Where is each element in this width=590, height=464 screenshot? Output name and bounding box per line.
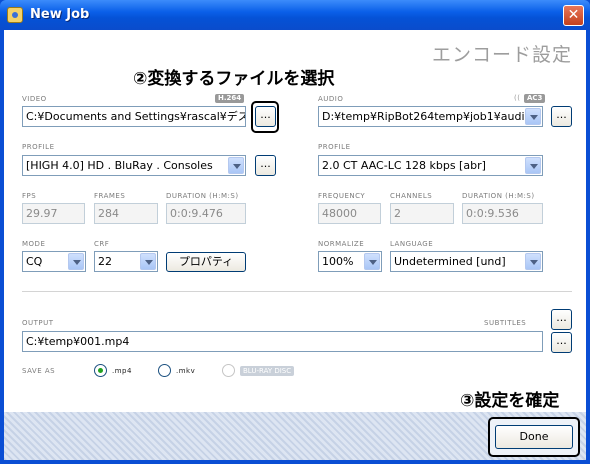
- normalize-value: 100%: [322, 255, 354, 268]
- chevron-down-icon[interactable]: [525, 157, 541, 174]
- output-browse-button[interactable]: ...: [551, 332, 572, 353]
- video-path-field[interactable]: C:¥Documents and Settings¥rascal¥デスクトップ: [22, 106, 246, 127]
- normalize-label: NORMALIZE: [318, 240, 365, 248]
- window-title: New Job: [30, 7, 90, 22]
- mode-value: CQ: [26, 255, 43, 268]
- frequency-label: FREQUENCY: [318, 192, 366, 200]
- annotation-select-file: ②変換するファイルを選択: [133, 69, 335, 89]
- title-bar[interactable]: New Job ✕: [0, 0, 590, 30]
- crf-select[interactable]: 22: [94, 251, 158, 272]
- mode-select[interactable]: CQ: [22, 251, 86, 272]
- output-path-field[interactable]: C:¥temp¥001.mp4: [22, 331, 543, 352]
- format-label-bluray: BLU-RAY DISC: [240, 366, 295, 376]
- video-profile-value: [HIGH 4.0] HD . BluRay . Consoles: [26, 159, 213, 172]
- format-label-mp4[interactable]: .mp4: [112, 367, 132, 375]
- channels-label: CHANNELS: [390, 192, 433, 200]
- language-select[interactable]: Undetermined [und]: [390, 251, 543, 272]
- crf-label: CRF: [94, 240, 110, 248]
- audio-profile-value: 2.0 CT AAC-LC 128 kbps [abr]: [322, 159, 486, 172]
- mode-label: MODE: [22, 240, 46, 248]
- format-radio-bluray: [222, 364, 235, 377]
- output-label: OUTPUT: [22, 319, 54, 327]
- audio-profile-label: PROFILE: [318, 143, 351, 151]
- audio-path-value: D:¥temp¥RipBot264temp¥job1¥audio.1.ac3: [322, 110, 524, 123]
- fps-field: 29.97: [22, 203, 85, 224]
- audio-duration-field: 0:0:9.536: [462, 203, 543, 224]
- frames-label: FRAMES: [94, 192, 126, 200]
- format-label-mkv[interactable]: .mkv: [176, 367, 195, 375]
- video-browse-button[interactable]: ...: [255, 106, 276, 127]
- video-label: VIDEO: [22, 95, 47, 103]
- audio-path-select[interactable]: D:¥temp¥RipBot264temp¥job1¥audio.1.ac3: [318, 106, 543, 127]
- audio-codec-badge: AC3: [524, 94, 546, 103]
- chevron-down-icon[interactable]: [525, 253, 541, 270]
- fps-label: FPS: [22, 192, 37, 200]
- audio-badge-prefix: ((: [514, 94, 521, 102]
- chevron-down-icon[interactable]: [364, 253, 380, 270]
- section-heading: エンコード設定: [432, 44, 573, 66]
- save-as-label: SAVE AS: [22, 367, 56, 375]
- video-codec-badge: H.264: [215, 94, 245, 103]
- format-radio-mp4[interactable]: [94, 364, 107, 377]
- video-profile-select[interactable]: [HIGH 4.0] HD . BluRay . Consoles: [22, 155, 246, 176]
- frames-field: 284: [94, 203, 158, 224]
- language-label: LANGUAGE: [390, 240, 434, 248]
- audio-browse-button[interactable]: ...: [551, 106, 572, 127]
- chevron-down-icon[interactable]: [525, 108, 541, 125]
- channels-field: 2: [390, 203, 454, 224]
- section-divider: [22, 291, 572, 292]
- chevron-down-icon[interactable]: [68, 253, 84, 270]
- audio-profile-select[interactable]: 2.0 CT AAC-LC 128 kbps [abr]: [318, 155, 543, 176]
- video-duration-label: DURATION (H:M:S): [166, 192, 239, 200]
- app-icon: [7, 7, 23, 23]
- audio-label: AUDIO: [318, 95, 344, 103]
- chevron-down-icon[interactable]: [140, 253, 156, 270]
- annotation-confirm: ③設定を確定: [460, 391, 560, 411]
- video-duration-field: 0:0:9.476: [166, 203, 246, 224]
- format-radio-mkv[interactable]: [158, 364, 171, 377]
- normalize-select[interactable]: 100%: [318, 251, 382, 272]
- video-profile-button[interactable]: ...: [255, 155, 276, 176]
- properties-button[interactable]: プロパティ: [166, 252, 246, 272]
- language-value: Undetermined [und]: [394, 255, 506, 268]
- chevron-down-icon[interactable]: [228, 157, 244, 174]
- video-profile-label: PROFILE: [22, 143, 55, 151]
- subtitles-label: SUBTITLES: [484, 319, 527, 327]
- done-button[interactable]: Done: [495, 425, 573, 449]
- audio-duration-label: DURATION (H:M:S): [462, 192, 535, 200]
- subtitles-button[interactable]: ...: [551, 309, 572, 330]
- frequency-field: 48000: [318, 203, 381, 224]
- crf-value: 22: [98, 255, 112, 268]
- close-button[interactable]: ✕: [563, 5, 584, 26]
